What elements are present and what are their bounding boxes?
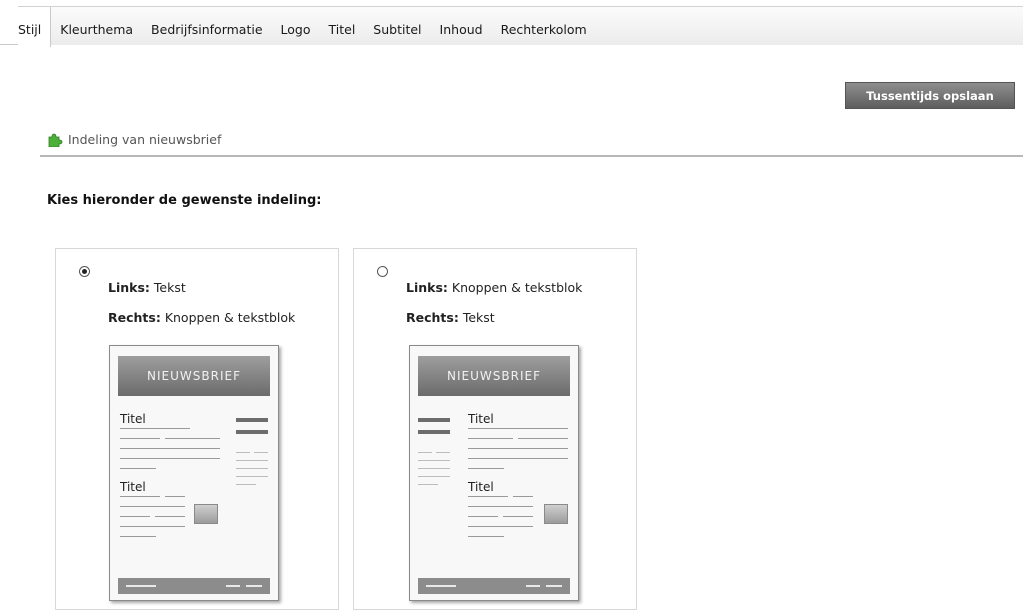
preview-side-line bbox=[236, 484, 256, 485]
preview-text-line bbox=[120, 438, 160, 439]
preview-text-line bbox=[468, 496, 508, 497]
tab-subtitel[interactable]: Subtitel bbox=[364, 7, 430, 46]
instruction-text: Kies hieronder de gewenste indeling: bbox=[47, 193, 322, 208]
option-1-left-label: Links: bbox=[108, 280, 150, 295]
preview-side-line bbox=[236, 460, 268, 461]
preview-text-line bbox=[120, 526, 185, 527]
newsletter-preview-2: NIEUWSBRIEF Titel Titel bbox=[409, 345, 579, 601]
preview-text-line bbox=[468, 516, 498, 517]
newsletter-preview-1: NIEUWSBRIEF Titel Titel bbox=[109, 345, 279, 601]
option-2-right-label: Rechts: bbox=[406, 310, 459, 325]
preview-header: NIEUWSBRIEF bbox=[118, 356, 270, 396]
tab-rechterkolom[interactable]: Rechterkolom bbox=[492, 7, 596, 46]
option-2-left-line: Links: Knoppen & tekstblok bbox=[406, 280, 582, 295]
image-placeholder-icon bbox=[544, 504, 568, 524]
preview-side-line bbox=[254, 452, 268, 453]
preview-title: Titel bbox=[468, 480, 494, 494]
preview-side-line bbox=[418, 484, 438, 485]
preview-text-line bbox=[120, 458, 220, 459]
preview-text-line bbox=[120, 506, 185, 507]
preview-text-line bbox=[165, 438, 220, 439]
section-header: Indeling van nieuwsbrief bbox=[47, 131, 222, 148]
option-1-left-line: Links: Tekst bbox=[108, 280, 186, 295]
preview-text-line bbox=[120, 516, 150, 517]
preview-side-line bbox=[236, 468, 268, 469]
tab-bedrijfsinformatie[interactable]: Bedrijfsinformatie bbox=[142, 7, 271, 46]
preview-text-line bbox=[503, 516, 533, 517]
layout-option-2[interactable]: Links: Knoppen & tekstblok Rechts: Tekst… bbox=[353, 248, 637, 610]
tab-bar: Stijl Kleurthema Bedrijfsinformatie Logo… bbox=[0, 0, 1023, 47]
preview-text-line bbox=[513, 496, 533, 497]
preview-footer bbox=[418, 578, 570, 594]
layout-option-1[interactable]: Links: Tekst Rechts: Knoppen & tekstblok… bbox=[55, 248, 339, 610]
preview-text-line bbox=[468, 458, 568, 459]
preview-text-line bbox=[155, 516, 185, 517]
preview-text-line bbox=[468, 536, 504, 537]
preview-side-line bbox=[418, 452, 432, 453]
preview-text-line bbox=[120, 468, 156, 469]
preview-button-bar bbox=[236, 418, 268, 422]
preview-text-line bbox=[468, 448, 568, 449]
preview-side-line bbox=[236, 452, 250, 453]
preview-text-line bbox=[120, 496, 160, 497]
preview-text-line bbox=[468, 468, 504, 469]
preview-side-line bbox=[418, 468, 450, 469]
option-1-left-value: Tekst bbox=[153, 280, 186, 295]
option-1-right-label: Rechts: bbox=[108, 310, 161, 325]
preview-button-bar bbox=[418, 430, 450, 434]
option-2-left-label: Links: bbox=[406, 280, 448, 295]
preview-text-line bbox=[468, 526, 533, 527]
preview-text-line bbox=[120, 536, 156, 537]
layout-option-1-radio[interactable] bbox=[79, 266, 90, 277]
section-divider bbox=[40, 155, 1023, 157]
preview-text-line bbox=[165, 496, 185, 497]
preview-button-bar bbox=[418, 418, 450, 422]
preview-side-line bbox=[418, 460, 450, 461]
option-2-right-value: Tekst bbox=[462, 310, 495, 325]
preview-title: Titel bbox=[120, 480, 146, 494]
preview-footer bbox=[118, 578, 270, 594]
preview-text-line bbox=[120, 428, 190, 429]
save-draft-button[interactable]: Tussentijds opslaan bbox=[845, 82, 1015, 109]
tab-titel[interactable]: Titel bbox=[320, 7, 365, 46]
tab-kleurthema[interactable]: Kleurthema bbox=[51, 7, 142, 46]
preview-text-line bbox=[468, 506, 533, 507]
option-2-right-line: Rechts: Tekst bbox=[406, 310, 495, 325]
tab-stijl[interactable]: Stijl bbox=[18, 7, 52, 47]
tab-inhoud[interactable]: Inhoud bbox=[431, 7, 492, 46]
option-1-right-value: Knoppen & tekstblok bbox=[164, 310, 296, 325]
preview-title: Titel bbox=[468, 412, 494, 426]
preview-text-line bbox=[518, 438, 568, 439]
tab-logo[interactable]: Logo bbox=[272, 7, 320, 46]
option-1-right-line: Rechts: Knoppen & tekstblok bbox=[108, 310, 295, 325]
preview-text-line bbox=[468, 438, 513, 439]
preview-title: Titel bbox=[120, 412, 146, 426]
preview-side-line bbox=[418, 476, 450, 477]
preview-button-bar bbox=[236, 430, 268, 434]
option-2-left-value: Knoppen & tekstblok bbox=[451, 280, 583, 295]
preview-side-line bbox=[436, 452, 450, 453]
section-title: Indeling van nieuwsbrief bbox=[68, 131, 222, 147]
image-placeholder-icon bbox=[194, 504, 218, 524]
layout-option-2-radio[interactable] bbox=[377, 266, 388, 277]
preview-header: NIEUWSBRIEF bbox=[418, 356, 570, 396]
tab-strip: Stijl Kleurthema Bedrijfsinformatie Logo… bbox=[18, 6, 1023, 47]
preview-text-line bbox=[468, 428, 568, 429]
preview-text-line bbox=[120, 448, 220, 449]
preview-side-line bbox=[236, 476, 268, 477]
puzzle-piece-icon bbox=[47, 131, 63, 148]
